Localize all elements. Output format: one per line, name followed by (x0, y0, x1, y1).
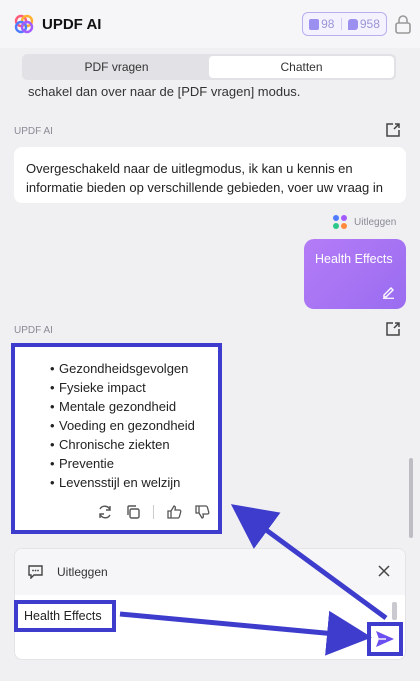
list-item: Fysieke impact (50, 378, 218, 397)
quota-divider (340, 18, 342, 30)
user-message-text: Health Effects (315, 252, 393, 266)
mode-dots-icon (333, 215, 347, 229)
input-mode-header: Uitleggen (15, 549, 405, 595)
send-button[interactable] (367, 622, 403, 656)
chat-scrollbar[interactable] (409, 458, 413, 538)
mode-tag: Uitleggen (333, 215, 396, 229)
result-list: Gezondheidsgevolgen Fysieke impact Menta… (50, 359, 218, 492)
thumbs-up-icon[interactable] (166, 504, 182, 520)
share-icon[interactable] (385, 122, 401, 138)
app-title: UPDF AI (42, 15, 102, 33)
chat-bubble-icon (28, 565, 43, 579)
lock-icon[interactable] (394, 14, 412, 34)
actions-divider (153, 505, 154, 519)
mode-tabs: PDF vragen Chatten (22, 54, 396, 80)
input-scrollbar[interactable] (392, 602, 397, 620)
copy-icon[interactable] (125, 504, 141, 520)
list-item: Mentale gezondheid (50, 397, 218, 416)
tab-chatten[interactable]: Chatten (209, 56, 394, 78)
ai-message: Overgeschakeld naar de uitlegmodus, ik k… (14, 147, 406, 203)
list-item: Levensstijl en welzijn (50, 473, 218, 492)
input-mode-label: Uitleggen (57, 565, 108, 579)
thumbs-down-icon[interactable] (194, 504, 210, 520)
quota-badge[interactable]: 98 958 (302, 12, 387, 36)
previous-message-tail: schakel dan over naar de [PDF vragen] mo… (28, 84, 301, 99)
chat-quota-icon (347, 18, 358, 30)
tab-pdf-vragen[interactable]: PDF vragen (24, 56, 209, 78)
message-actions (97, 504, 210, 520)
user-message: Health Effects (304, 239, 406, 309)
list-item: Voeding en gezondheid (50, 416, 218, 435)
edit-icon[interactable] (381, 284, 396, 299)
regenerate-icon[interactable] (97, 504, 113, 520)
updf-logo-icon (14, 14, 34, 34)
share-icon[interactable] (385, 321, 401, 337)
message-input[interactable]: Health Effects (14, 600, 116, 632)
pdf-quota-count: 98 (321, 17, 335, 31)
chat-quota-count: 958 (359, 17, 380, 31)
list-item: Chronische ziekten (50, 435, 218, 454)
list-item: Gezondheidsgevolgen (50, 359, 218, 378)
pdf-quota-icon (309, 18, 320, 30)
send-icon (376, 631, 394, 647)
list-item: Preventie (50, 454, 218, 473)
close-icon[interactable] (377, 564, 391, 578)
mode-tag-label: Uitleggen (354, 216, 397, 228)
sender-label: UPDF AI (14, 325, 53, 336)
sender-label: UPDF AI (14, 126, 53, 137)
ai-result-message: Gezondheidsgevolgen Fysieke impact Menta… (11, 343, 222, 534)
